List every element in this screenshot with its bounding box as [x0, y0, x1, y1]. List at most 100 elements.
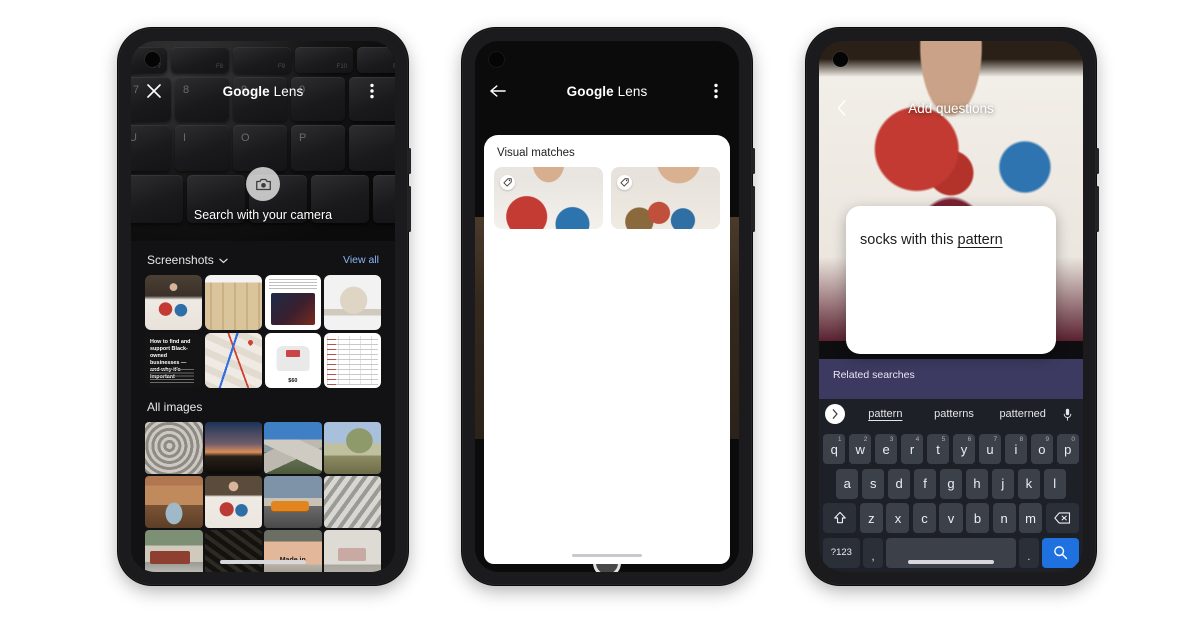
screenshot-stage: F7 F8 F9 F10 F11 7 8 9 0 U I O P — [0, 0, 1200, 628]
key-z[interactable]: z — [859, 503, 883, 533]
image-thumb[interactable] — [204, 476, 262, 528]
key-p[interactable]: 0p — [1056, 434, 1080, 464]
image-thumb[interactable] — [145, 422, 203, 474]
key-n[interactable]: n — [992, 503, 1016, 533]
screenshot-thumb[interactable]: $60 — [264, 333, 322, 388]
question-input-card[interactable]: socks with this pattern — [846, 206, 1056, 354]
camera-shutter-button[interactable] — [246, 167, 280, 201]
image-thumb[interactable] — [323, 476, 381, 528]
gesture-nav-bar[interactable] — [908, 560, 994, 564]
key-r[interactable]: 4r — [900, 434, 924, 464]
key-q[interactable]: 1q — [822, 434, 846, 464]
shift-icon[interactable] — [823, 503, 857, 533]
image-thumb[interactable] — [204, 422, 262, 474]
lens-title-product: Lens — [273, 83, 304, 99]
more-vert-icon[interactable] — [361, 80, 383, 102]
close-icon[interactable] — [143, 80, 165, 102]
key-l[interactable]: l — [1043, 468, 1066, 499]
search-icon[interactable] — [1042, 537, 1079, 568]
screenshots-filter[interactable]: Screenshots — [147, 253, 228, 267]
phone3-screen: Add questions socks with this pattern Re… — [819, 41, 1083, 572]
key-i[interactable]: 8i — [1004, 434, 1028, 464]
screenshot-thumb[interactable] — [324, 333, 381, 388]
suggestion-item-2[interactable]: patterned — [988, 408, 1057, 420]
appbar-spacer — [1049, 97, 1071, 119]
front-camera-punchhole — [833, 52, 848, 67]
key-x[interactable]: x — [886, 503, 910, 533]
key-y[interactable]: 6y — [952, 434, 976, 464]
sheet-drag-handle[interactable] — [572, 554, 642, 557]
lens-title-product: Lens — [617, 83, 648, 99]
phone1-screen: F7 F8 F9 F10 F11 7 8 9 0 U I O P — [131, 41, 395, 572]
screenshot-thumb[interactable]: How to find and support Black-owned busi… — [145, 333, 202, 388]
key-a[interactable]: a — [836, 468, 859, 499]
keyboard-row-1: 1q 2w 3e 4r 5t 6y 7u 8i 9o 0p — [822, 434, 1080, 464]
key-t[interactable]: 5t — [926, 434, 950, 464]
key-m[interactable]: m — [1019, 503, 1043, 533]
image-thumb[interactable] — [264, 476, 322, 528]
mic-icon[interactable] — [1057, 408, 1077, 421]
screenshots-grid: How to find and support Black-owned busi… — [145, 275, 381, 388]
key-h[interactable]: h — [965, 468, 989, 499]
key-d[interactable]: d — [887, 468, 911, 499]
comma-key[interactable]: , — [863, 537, 883, 568]
related-searches-label: Related searches — [833, 369, 915, 381]
view-all-link[interactable]: View all — [343, 254, 379, 266]
key-s[interactable]: s — [861, 468, 885, 499]
symbols-key[interactable]: ?123 — [823, 537, 860, 568]
front-camera-punchhole — [145, 52, 160, 67]
screenshot-thumb[interactable] — [324, 275, 381, 330]
image-thumb[interactable]: Made in — [264, 530, 322, 572]
image-thumb[interactable] — [204, 530, 262, 572]
key-j[interactable]: j — [991, 468, 1015, 499]
visual-match-card[interactable] — [494, 167, 603, 229]
key-g[interactable]: g — [939, 468, 963, 499]
question-text: socks with this pattern — [846, 206, 1056, 248]
phone3-side-button-top — [1096, 148, 1099, 174]
frame-corner-bl — [521, 391, 543, 413]
visual-matches-cards — [484, 167, 730, 229]
gesture-nav-bar[interactable] — [220, 560, 306, 564]
image-thumb[interactable] — [323, 422, 381, 474]
key-b[interactable]: b — [966, 503, 990, 533]
screenshot-thumb[interactable] — [145, 275, 202, 330]
chevron-right-icon[interactable] — [825, 404, 845, 424]
visual-match-card[interactable] — [611, 167, 720, 229]
more-vert-icon[interactable] — [705, 80, 727, 102]
arrow-back-icon[interactable] — [487, 80, 509, 102]
key-c[interactable]: c — [912, 503, 936, 533]
backspace-icon[interactable] — [1045, 503, 1079, 533]
key-v[interactable]: v — [939, 503, 963, 533]
article-body-lines — [150, 369, 194, 383]
tee-price: $60 — [288, 378, 298, 384]
period-key[interactable]: . — [1019, 537, 1039, 568]
key-u[interactable]: 7u — [978, 434, 1002, 464]
screenshot-thumb[interactable] — [204, 333, 262, 388]
chevron-down-icon — [219, 253, 228, 267]
object-selection-frame[interactable] — [521, 231, 693, 413]
screenshot-thumb[interactable] — [264, 275, 322, 330]
android-keyboard: 1q 2w 3e 4r 5t 6y 7u 8i 9o 0p a s d f g — [819, 429, 1083, 572]
key-w[interactable]: 2w — [848, 434, 872, 464]
image-thumb[interactable] — [145, 530, 203, 572]
lens-result-title: Google Lens — [509, 84, 705, 99]
image-thumb[interactable] — [323, 530, 381, 572]
phone-add-questions: Add questions socks with this pattern Re… — [806, 28, 1099, 585]
suggestion-item-0[interactable]: pattern — [851, 408, 920, 420]
question-prefix: socks with this — [860, 232, 958, 248]
suggestion-item-1[interactable]: patterns — [920, 408, 989, 420]
all-images-grid: Made in — [145, 422, 381, 572]
phone2-side-button-top — [752, 148, 755, 174]
shutter-button[interactable] — [593, 549, 621, 572]
image-thumb[interactable] — [264, 422, 322, 474]
screenshot-thumb[interactable] — [204, 275, 262, 330]
chevron-back-icon[interactable] — [831, 97, 853, 119]
key-e[interactable]: 3e — [874, 434, 898, 464]
image-thumb[interactable] — [145, 476, 203, 528]
key-o[interactable]: 9o — [1030, 434, 1054, 464]
visual-matches-title: Visual matches — [497, 147, 575, 159]
key-f[interactable]: f — [913, 468, 937, 499]
phone1-side-button-top — [408, 148, 411, 174]
frame-corner-tl — [521, 231, 543, 253]
key-k[interactable]: k — [1017, 468, 1041, 499]
